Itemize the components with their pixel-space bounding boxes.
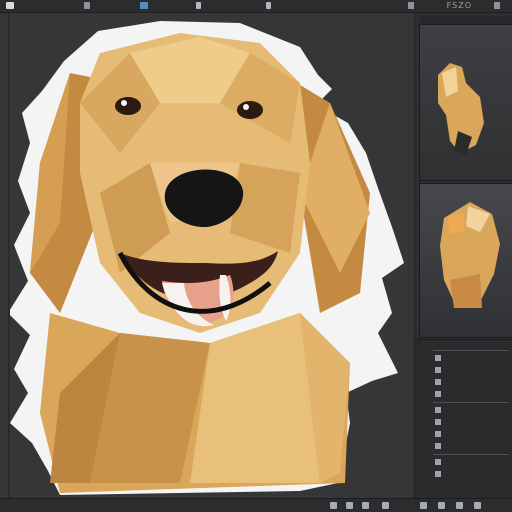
layer-row[interactable] <box>435 458 443 465</box>
window-menu-icon[interactable] <box>6 2 14 9</box>
dog-thumbnail-alt-icon <box>440 202 500 308</box>
layer-row[interactable] <box>435 470 443 477</box>
layer-swatch <box>435 442 441 449</box>
main-canvas[interactable] <box>0 13 415 499</box>
dog-artwork <box>8 21 404 495</box>
status-icon[interactable] <box>420 502 427 509</box>
window-title: FSZO <box>446 1 472 10</box>
layer-swatch <box>435 458 441 465</box>
layer-divider <box>433 350 509 351</box>
canvas-edge <box>8 13 10 499</box>
layer-swatch <box>435 430 441 437</box>
thumbnail-1[interactable] <box>419 16 512 181</box>
close-icon[interactable] <box>494 2 500 9</box>
layer-swatch <box>435 418 441 425</box>
status-icon[interactable] <box>382 502 389 509</box>
options-icon[interactable] <box>408 2 414 9</box>
layer-swatch <box>435 378 441 385</box>
dog-thumbnail-icon <box>438 63 484 155</box>
tool-icon[interactable] <box>196 2 201 9</box>
layer-swatch <box>435 406 441 413</box>
layer-divider <box>433 402 509 403</box>
layers-panel <box>415 339 512 500</box>
layer-divider <box>433 454 509 455</box>
status-icon[interactable] <box>330 502 337 509</box>
right-panel <box>415 13 512 500</box>
layer-row[interactable] <box>435 406 443 413</box>
layer-row[interactable] <box>435 354 443 361</box>
thumbnail-2[interactable] <box>419 183 512 338</box>
status-icon[interactable] <box>456 502 463 509</box>
status-icon[interactable] <box>474 502 481 509</box>
layer-row[interactable] <box>435 378 443 385</box>
tool-icon[interactable] <box>266 2 271 9</box>
layer-swatch <box>435 354 441 361</box>
status-icon[interactable] <box>346 502 353 509</box>
layer-row[interactable] <box>435 390 443 397</box>
layer-row[interactable] <box>435 430 443 437</box>
layer-row[interactable] <box>435 366 443 373</box>
layer-swatch <box>435 390 441 397</box>
tool-icon[interactable] <box>84 2 90 9</box>
thumbnail-header <box>420 16 512 24</box>
layer-swatch <box>435 470 441 477</box>
status-icon[interactable] <box>438 502 445 509</box>
layer-swatch <box>435 366 441 373</box>
top-toolbar: FSZO <box>0 0 512 13</box>
bottom-toolbar <box>0 498 512 512</box>
layer-row[interactable] <box>435 442 443 449</box>
status-icon[interactable] <box>362 502 369 509</box>
layer-row[interactable] <box>435 418 443 425</box>
active-tool-icon[interactable] <box>140 2 148 9</box>
